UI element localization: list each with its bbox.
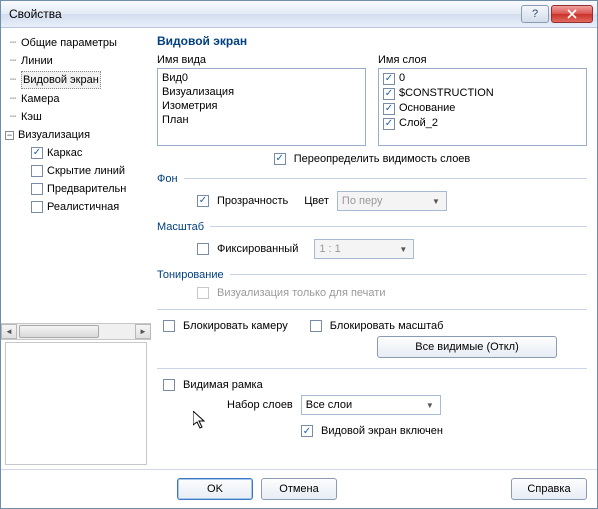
color-label: Цвет — [304, 195, 329, 207]
tree-item[interactable]: ┄Камера — [5, 90, 149, 108]
dialog-footer: OK Отмена Справка — [1, 469, 597, 508]
checkbox-icon: ✓ — [301, 425, 313, 437]
layer-item[interactable]: ✓Основание — [383, 101, 582, 116]
all-visible-button[interactable]: Все видимые (Откл) — [377, 336, 557, 358]
checkbox-icon[interactable]: ✓ — [383, 103, 395, 115]
content-pane: Видовой экран Имя вида Вид0 Визуализация… — [151, 28, 597, 469]
checkbox-icon — [163, 379, 175, 391]
checkbox-icon — [310, 320, 322, 332]
window-title: Свойства — [9, 7, 519, 21]
scroll-left-icon[interactable]: ◄ — [1, 324, 17, 339]
help-button[interactable]: ? — [521, 5, 549, 23]
viewport-enabled-checkbox[interactable]: ✓ Видовой экран включен — [301, 425, 443, 437]
tree-h-scrollbar[interactable]: ◄ ► — [1, 323, 151, 340]
properties-dialog: Свойства ? ┄Общие параметры ┄Линии ┄Видо… — [0, 0, 598, 509]
scale-group-title: Масштаб — [157, 221, 204, 233]
tree-child[interactable]: ✓Каркас — [5, 144, 149, 162]
list-item[interactable]: Изометрия — [162, 99, 361, 113]
tree-child[interactable]: Скрытие линий — [5, 162, 149, 180]
list-item[interactable]: Вид0 — [162, 71, 361, 85]
list-item[interactable]: План — [162, 113, 361, 127]
scroll-thumb[interactable] — [19, 325, 99, 338]
checkbox-icon[interactable]: ✓ — [383, 73, 395, 85]
print-only-checkbox: Визуализация только для печати — [197, 287, 385, 299]
layer-set-label: Набор слоев — [227, 399, 293, 411]
scale-combo[interactable]: 1 : 1 ▼ — [314, 239, 414, 259]
checkbox-icon[interactable] — [31, 183, 43, 195]
override-visibility-checkbox[interactable]: ✓ Переопределить видимость слоев — [274, 153, 471, 165]
layer-list[interactable]: ✓0 ✓$CONSTRUCTION ✓Основание ✓Слой_2 — [378, 68, 587, 146]
close-button[interactable] — [551, 5, 593, 23]
checkbox-icon — [163, 320, 175, 332]
checkbox-icon: ✓ — [274, 153, 286, 165]
lock-scale-checkbox[interactable]: Блокировать масштаб — [310, 320, 444, 332]
category-tree[interactable]: ┄Общие параметры ┄Линии ┄Видовой экран ┄… — [1, 28, 151, 218]
chevron-down-icon: ▼ — [395, 242, 411, 258]
checkbox-icon[interactable]: ✓ — [383, 118, 395, 130]
chevron-down-icon: ▼ — [428, 194, 444, 210]
bg-group-title: Фон — [157, 173, 178, 185]
tree-item[interactable]: ┄Общие параметры — [5, 34, 149, 52]
help-button-footer[interactable]: Справка — [511, 478, 587, 500]
color-combo[interactable]: По перу ▼ — [337, 191, 447, 211]
checkbox-icon[interactable] — [31, 165, 43, 177]
checkbox-icon — [197, 287, 209, 299]
ok-button[interactable]: OK — [177, 478, 253, 500]
close-icon — [567, 9, 577, 19]
scroll-right-icon[interactable]: ► — [135, 324, 151, 339]
checkbox-icon[interactable]: ✓ — [383, 88, 395, 100]
list-item[interactable]: Визуализация — [162, 85, 361, 99]
cancel-button[interactable]: Отмена — [261, 478, 337, 500]
tree-child[interactable]: Реалистичная — [5, 198, 149, 216]
tree-child[interactable]: Предварительн — [5, 180, 149, 198]
category-tree-pane: ┄Общие параметры ┄Линии ┄Видовой экран ┄… — [1, 28, 151, 469]
layer-set-combo[interactable]: Все слои ▼ — [301, 395, 441, 415]
visible-frame-checkbox[interactable]: Видимая рамка — [163, 379, 263, 391]
collapse-icon[interactable]: − — [5, 131, 14, 140]
view-name-list[interactable]: Вид0 Визуализация Изометрия План — [157, 68, 366, 146]
checkbox-icon[interactable]: ✓ — [31, 147, 43, 159]
layer-item[interactable]: ✓0 — [383, 71, 582, 86]
checkbox-icon: ✓ — [197, 195, 209, 207]
tree-item[interactable]: ┄Кэш — [5, 108, 149, 126]
layer-item[interactable]: ✓Слой_2 — [383, 116, 582, 131]
chevron-down-icon: ▼ — [422, 398, 438, 414]
layer-item[interactable]: ✓$CONSTRUCTION — [383, 86, 582, 101]
toning-group-title: Тонирование — [157, 269, 224, 281]
page-title: Видовой экран — [157, 34, 587, 48]
titlebar: Свойства ? — [1, 1, 597, 28]
view-name-label: Имя вида — [157, 54, 366, 66]
tree-preview-area — [5, 342, 147, 465]
transparency-checkbox[interactable]: ✓ Прозрачность — [197, 195, 288, 207]
checkbox-icon — [197, 243, 209, 255]
layer-name-label: Имя слоя — [378, 54, 587, 66]
checkbox-icon[interactable] — [31, 201, 43, 213]
tree-item-visualization[interactable]: − Визуализация — [5, 126, 149, 144]
tree-item-viewport[interactable]: ┄Видовой экран — [5, 70, 149, 90]
fixed-scale-checkbox[interactable]: Фиксированный — [197, 243, 298, 255]
tree-item[interactable]: ┄Линии — [5, 52, 149, 70]
lock-camera-checkbox[interactable]: Блокировать камеру — [163, 320, 288, 332]
